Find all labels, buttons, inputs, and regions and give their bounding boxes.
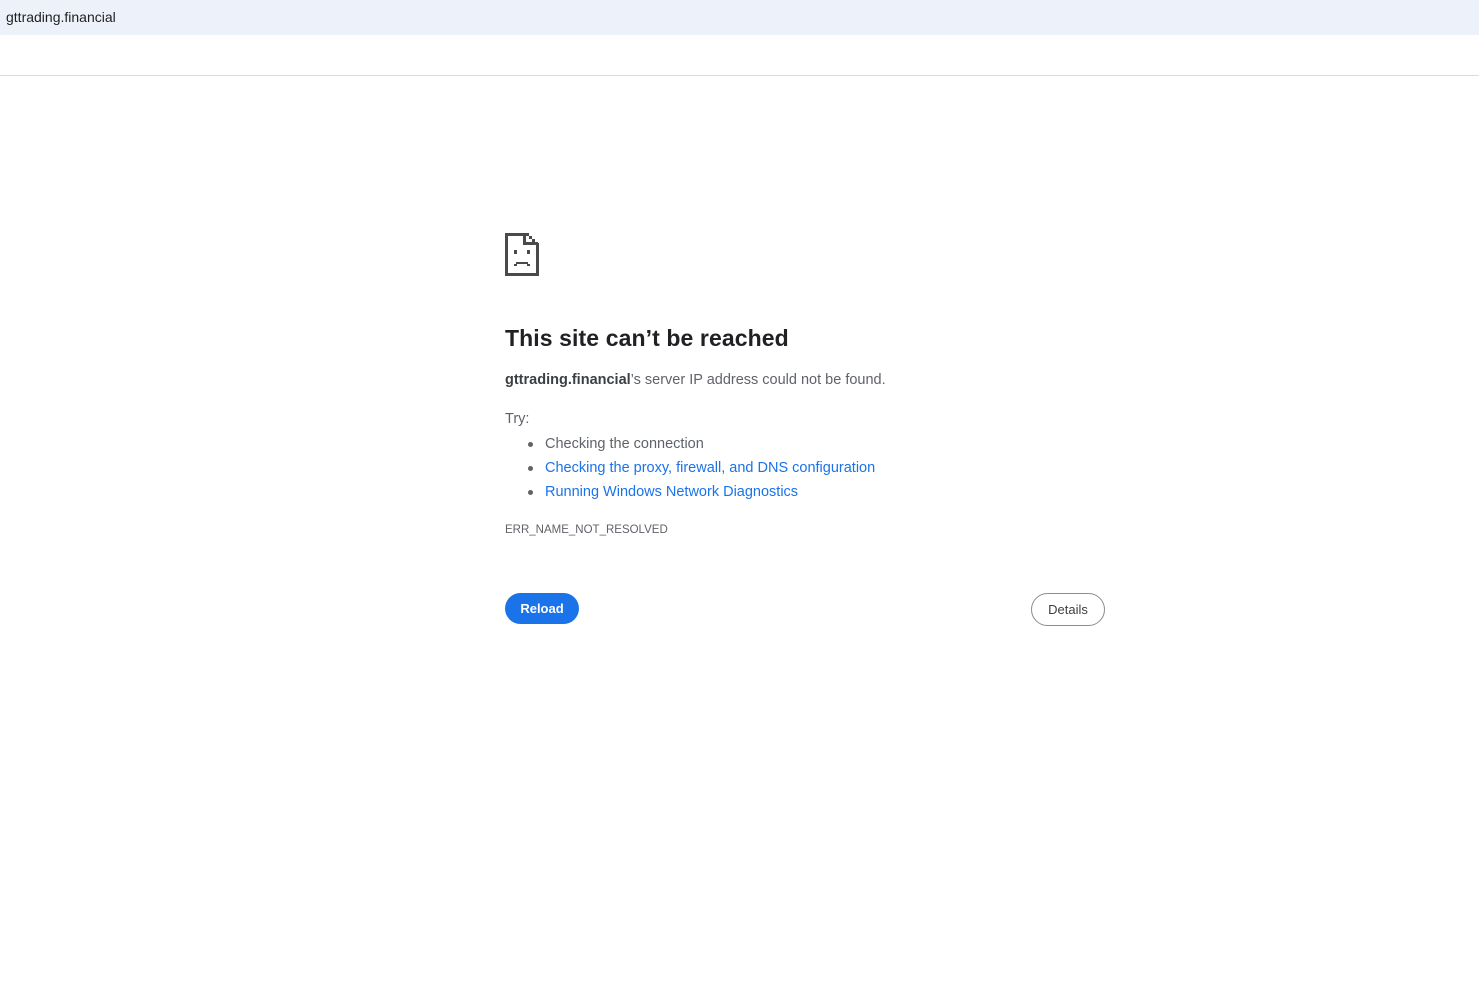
bullet-icon xyxy=(528,490,533,495)
suggestion-network-diagnostics: Running Windows Network Diagnostics xyxy=(528,480,875,504)
suggestion-proxy-firewall-dns: Checking the proxy, firewall, and DNS co… xyxy=(528,456,875,480)
bullet-icon xyxy=(528,466,533,471)
address-bar-url[interactable]: gttrading.financial xyxy=(6,9,116,25)
error-host: gttrading.financial xyxy=(505,372,631,388)
error-summary-text: ’s server IP address could not be found. xyxy=(630,372,886,388)
details-button[interactable]: Details xyxy=(1031,593,1105,626)
network-diagnostics-link[interactable]: Running Windows Network Diagnostics xyxy=(545,484,798,500)
suggestions-list: Checking the connection Checking the pro… xyxy=(505,432,875,504)
bullet-icon xyxy=(528,442,533,447)
error-summary: gttrading.financial’s server IP address … xyxy=(505,372,886,388)
try-label: Try: xyxy=(505,411,530,427)
proxy-firewall-dns-link[interactable]: Checking the proxy, firewall, and DNS co… xyxy=(545,460,875,476)
sad-document-icon xyxy=(505,233,539,276)
suggestion-check-connection: Checking the connection xyxy=(528,432,875,456)
reload-button[interactable]: Reload xyxy=(505,593,579,624)
error-code: ERR_NAME_NOT_RESOLVED xyxy=(505,524,668,536)
suggestion-label: Checking the connection xyxy=(545,436,704,452)
error-heading: This site can’t be reached xyxy=(505,325,789,351)
toolbar-divider xyxy=(0,75,1479,76)
address-bar[interactable]: gttrading.financial xyxy=(0,0,1479,35)
